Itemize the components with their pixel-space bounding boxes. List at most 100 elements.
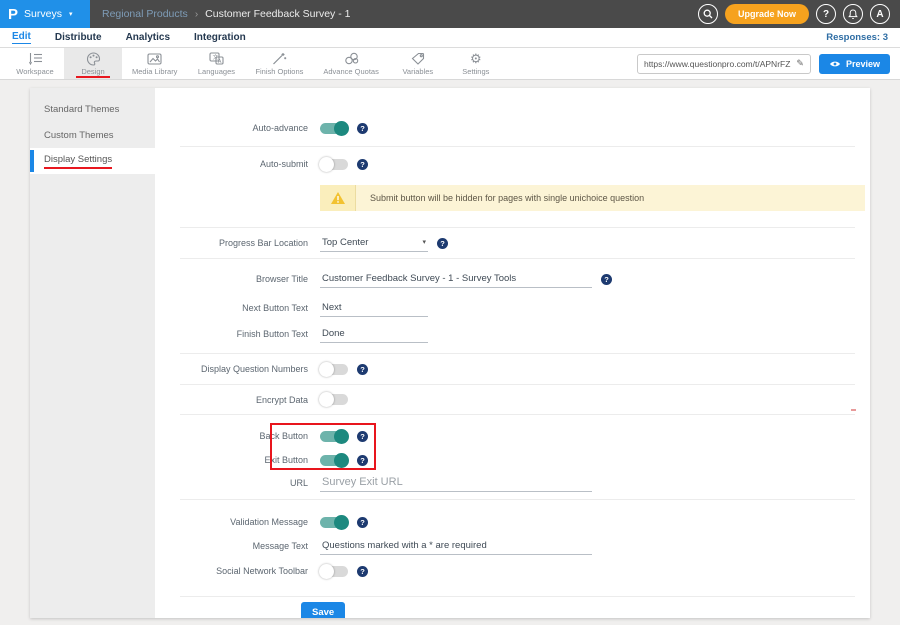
magic-wand-icon (272, 52, 287, 66)
help-icon[interactable]: ? (357, 455, 368, 466)
breadcrumb-separator-icon: › (195, 9, 198, 20)
help-icon[interactable]: ? (357, 123, 368, 134)
tool-tab-label: Settings (462, 67, 489, 76)
warning-text: Submit button will be hidden for pages w… (356, 193, 644, 203)
responses-count[interactable]: Responses: 3 (826, 32, 888, 43)
tool-tab-settings[interactable]: ⚙ Settings (447, 48, 505, 79)
browser-title-row: Browser Title Customer Feedback Survey -… (180, 263, 855, 295)
preview-label: Preview (846, 59, 880, 69)
auto-advance-toggle[interactable] (320, 123, 348, 134)
auto-submit-toggle[interactable] (320, 159, 348, 170)
sidebar-item-display-settings[interactable]: Display Settings (30, 148, 155, 174)
avatar[interactable]: A (870, 4, 890, 24)
sidebar-item-standard-themes[interactable]: Standard Themes (30, 96, 155, 122)
help-icon[interactable]: ? (357, 364, 368, 375)
warning-icon-box (320, 185, 356, 211)
tool-tab-label: Variables (402, 67, 433, 76)
auto-submit-label: Auto-submit (180, 159, 308, 169)
tool-tab-finish-options[interactable]: Finish Options (245, 48, 313, 79)
progress-bar-location-label: Progress Bar Location (180, 238, 308, 248)
notifications-button[interactable] (843, 4, 863, 24)
exit-button-label: Exit Button (180, 455, 308, 465)
back-button-toggle[interactable] (320, 431, 348, 442)
auto-advance-label: Auto-advance (180, 123, 308, 133)
message-text-label: Message Text (180, 541, 308, 551)
browser-title-label: Browser Title (180, 274, 308, 284)
tool-tab-design[interactable]: Design (64, 48, 122, 79)
display-question-numbers-toggle[interactable] (320, 364, 348, 375)
exit-url-input[interactable]: Survey Exit URL (320, 474, 592, 492)
languages-icon: 文A (209, 52, 224, 66)
survey-url-field[interactable]: https://www.questionpro.com/t/APNrFZ ✎ (637, 54, 811, 74)
tool-tab-languages[interactable]: 文A Languages (187, 48, 245, 79)
chevron-down-icon: ▾ (422, 238, 426, 246)
help-icon[interactable]: ? (357, 566, 368, 577)
tag-icon (411, 52, 425, 66)
sidebar-item-label: Display Settings (44, 154, 112, 169)
upgrade-now-button[interactable]: Upgrade Now (725, 4, 809, 24)
questionpro-logo-icon: P (8, 7, 18, 22)
chevron-down-icon: ▾ (69, 10, 73, 18)
submit-hidden-warning: Submit button will be hidden for pages w… (320, 185, 865, 211)
help-icon[interactable]: ? (437, 238, 448, 249)
preview-button[interactable]: Preview (819, 54, 890, 74)
tab-edit[interactable]: Edit (12, 31, 31, 44)
survey-nav: Edit Distribute Analytics Integration Re… (0, 28, 900, 48)
save-button[interactable]: Save (301, 602, 345, 618)
help-icon[interactable]: ? (357, 159, 368, 170)
tool-tab-workspace[interactable]: Workspace (6, 48, 64, 79)
validation-message-toggle[interactable] (320, 517, 348, 528)
exit-url-label: URL (180, 478, 308, 488)
message-text-input[interactable]: Questions marked with a * are required (320, 538, 592, 555)
auto-submit-row: Auto-submit ? (180, 147, 855, 181)
encrypt-data-toggle[interactable] (320, 394, 348, 405)
exit-url-row: URL Survey Exit URL (180, 471, 855, 495)
design-palette-icon (86, 52, 101, 66)
progress-bar-location-value: Top Center (322, 237, 368, 248)
help-button[interactable]: ? (816, 4, 836, 24)
message-text-row: Message Text Questions marked with a * a… (180, 534, 855, 558)
help-icon[interactable]: ? (357, 517, 368, 528)
display-question-numbers-row: Display Question Numbers ? (180, 354, 855, 384)
progress-bar-location-row: Progress Bar Location Top Center ▾ ? (180, 228, 855, 258)
back-button-label: Back Button (180, 431, 308, 441)
tool-tab-advance-quotas[interactable]: Advance Quotas (313, 48, 388, 79)
social-network-toolbar-label: Social Network Toolbar (180, 566, 308, 576)
tab-integration[interactable]: Integration (194, 32, 246, 44)
app-logo-menu[interactable]: P Surveys ▾ (0, 0, 90, 28)
tool-tab-media-library[interactable]: Media Library (122, 48, 187, 79)
finish-button-text-input[interactable]: Done (320, 326, 428, 343)
browser-title-input[interactable]: Customer Feedback Survey - 1 - Survey To… (320, 271, 592, 288)
breadcrumb-parent[interactable]: Regional Products (102, 8, 188, 20)
exit-button-toggle[interactable] (320, 455, 348, 466)
surveys-menu-label[interactable]: Surveys (24, 8, 62, 20)
tool-tab-label: Media Library (132, 67, 177, 76)
validation-message-row: Validation Message ? (180, 510, 855, 534)
social-network-toolbar-row: Social Network Toolbar ? (180, 558, 855, 584)
sidebar-item-custom-themes[interactable]: Custom Themes (30, 122, 155, 148)
tool-tab-label: Advance Quotas (323, 67, 378, 76)
encrypt-data-label: Encrypt Data (180, 395, 308, 405)
workspace-icon (28, 52, 43, 66)
tool-tab-variables[interactable]: Variables (389, 48, 447, 79)
social-network-toolbar-toggle[interactable] (320, 566, 348, 577)
next-button-text-input[interactable]: Next (320, 300, 428, 317)
tab-distribute[interactable]: Distribute (55, 32, 102, 44)
edit-url-icon[interactable]: ✎ (796, 58, 804, 69)
sidebar-item-label: Custom Themes (44, 130, 114, 141)
display-question-numbers-label: Display Question Numbers (180, 364, 308, 374)
svg-text:A: A (218, 59, 222, 65)
help-icon[interactable]: ? (357, 431, 368, 442)
tool-tab-label: Languages (198, 67, 235, 76)
help-icon[interactable]: ? (601, 274, 612, 285)
back-button-row: Back Button ? (180, 423, 855, 449)
finish-button-text-row: Finish Button Text Done (180, 321, 855, 347)
progress-bar-location-select[interactable]: Top Center ▾ (320, 235, 428, 252)
survey-url-value[interactable]: https://www.questionpro.com/t/APNrFZ (644, 59, 790, 69)
search-button[interactable] (698, 4, 718, 24)
next-button-text-row: Next Button Text Next (180, 295, 855, 321)
tab-analytics[interactable]: Analytics (126, 32, 170, 44)
chain-links-icon (344, 52, 359, 66)
next-button-text-label: Next Button Text (180, 303, 308, 313)
edit-toolbar: Workspace Design Media Library (0, 48, 900, 80)
